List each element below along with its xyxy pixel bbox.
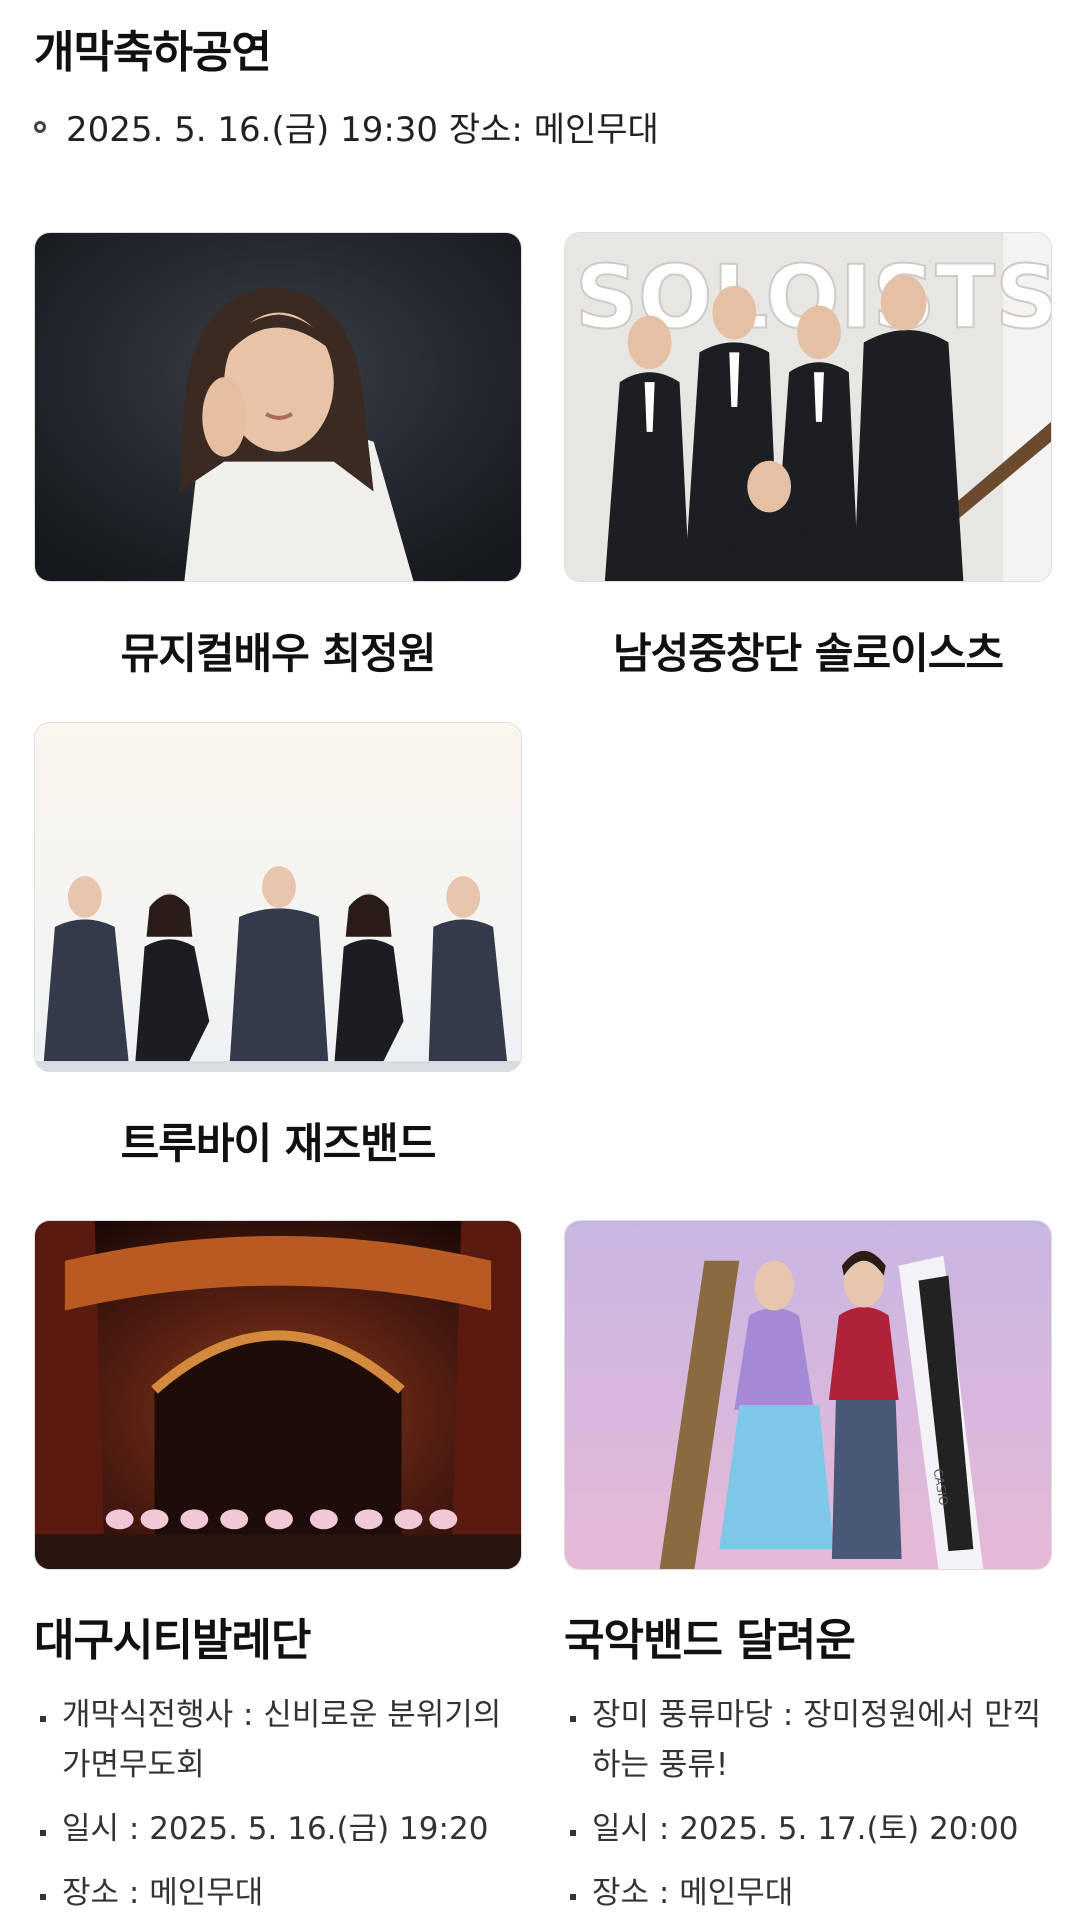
program-details: 장미 풍류마당 : 장미정원에서 만끽하는 풍류! 일시 : 2025. 5. … — [564, 1690, 1052, 1917]
program-detail-item: 일시 : 2025. 5. 16.(금) 19:20 — [34, 1804, 522, 1854]
ring-bullet-icon — [34, 120, 46, 133]
program-detail-item: 장소 : 메인무대 — [34, 1868, 522, 1917]
program-card[interactable]: CASIO 국악밴드 달려운 장미 풍류마당 : 장미정원에서 만끽하는 풍류!… — [564, 1220, 1052, 1917]
section-title: 개막축하공연 — [34, 27, 272, 78]
program-detail-item: 일시 : 2025. 5. 17.(토) 20:00 — [564, 1804, 1052, 1854]
program-details: 개막식전행사 : 신비로운 분위기의 가면무도회 일시 : 2025. 5. 1… — [34, 1690, 522, 1917]
performer-name: 남성중창단 솔로이스츠 — [612, 629, 1004, 678]
performer-card[interactable]: 트루바이 재즈밴드 — [34, 722, 522, 1171]
program-card[interactable]: 대구시티발레단 개막식전행사 : 신비로운 분위기의 가면무도회 일시 : 20… — [34, 1220, 522, 1917]
page: 개막축하공연 2025. 5. 16.(금) 19:30 장소: 메인무대 뮤지… — [0, 0, 1080, 1917]
program-name: 국악밴드 달려운 — [564, 1615, 856, 1666]
performer-card[interactable]: SOLOISTS 남성중창단 솔로이스츠 — [564, 232, 1052, 681]
performer-card[interactable]: 뮤지컬배우 최정원 — [34, 232, 522, 681]
schedule-text: 2025. 5. 16.(금) 19:30 장소: 메인무대 — [66, 110, 659, 150]
program-detail-item: 장소 : 메인무대 — [564, 1868, 1052, 1917]
program-photo — [34, 1220, 522, 1570]
performer-photo: SOLOISTS — [564, 232, 1052, 582]
program-detail-item: 장미 풍류마당 : 장미정원에서 만끽하는 풍류! — [564, 1690, 1052, 1790]
performer-photo — [34, 722, 522, 1072]
program-name: 대구시티발레단 — [34, 1615, 311, 1666]
performer-name: 트루바이 재즈밴드 — [120, 1119, 437, 1168]
schedule-line: 2025. 5. 16.(금) 19:30 장소: 메인무대 — [34, 102, 659, 151]
performer-photo — [34, 232, 522, 582]
program-detail-item: 개막식전행사 : 신비로운 분위기의 가면무도회 — [34, 1690, 522, 1790]
program-photo: CASIO — [564, 1220, 1052, 1570]
performer-name: 뮤지컬배우 최정원 — [120, 629, 437, 678]
